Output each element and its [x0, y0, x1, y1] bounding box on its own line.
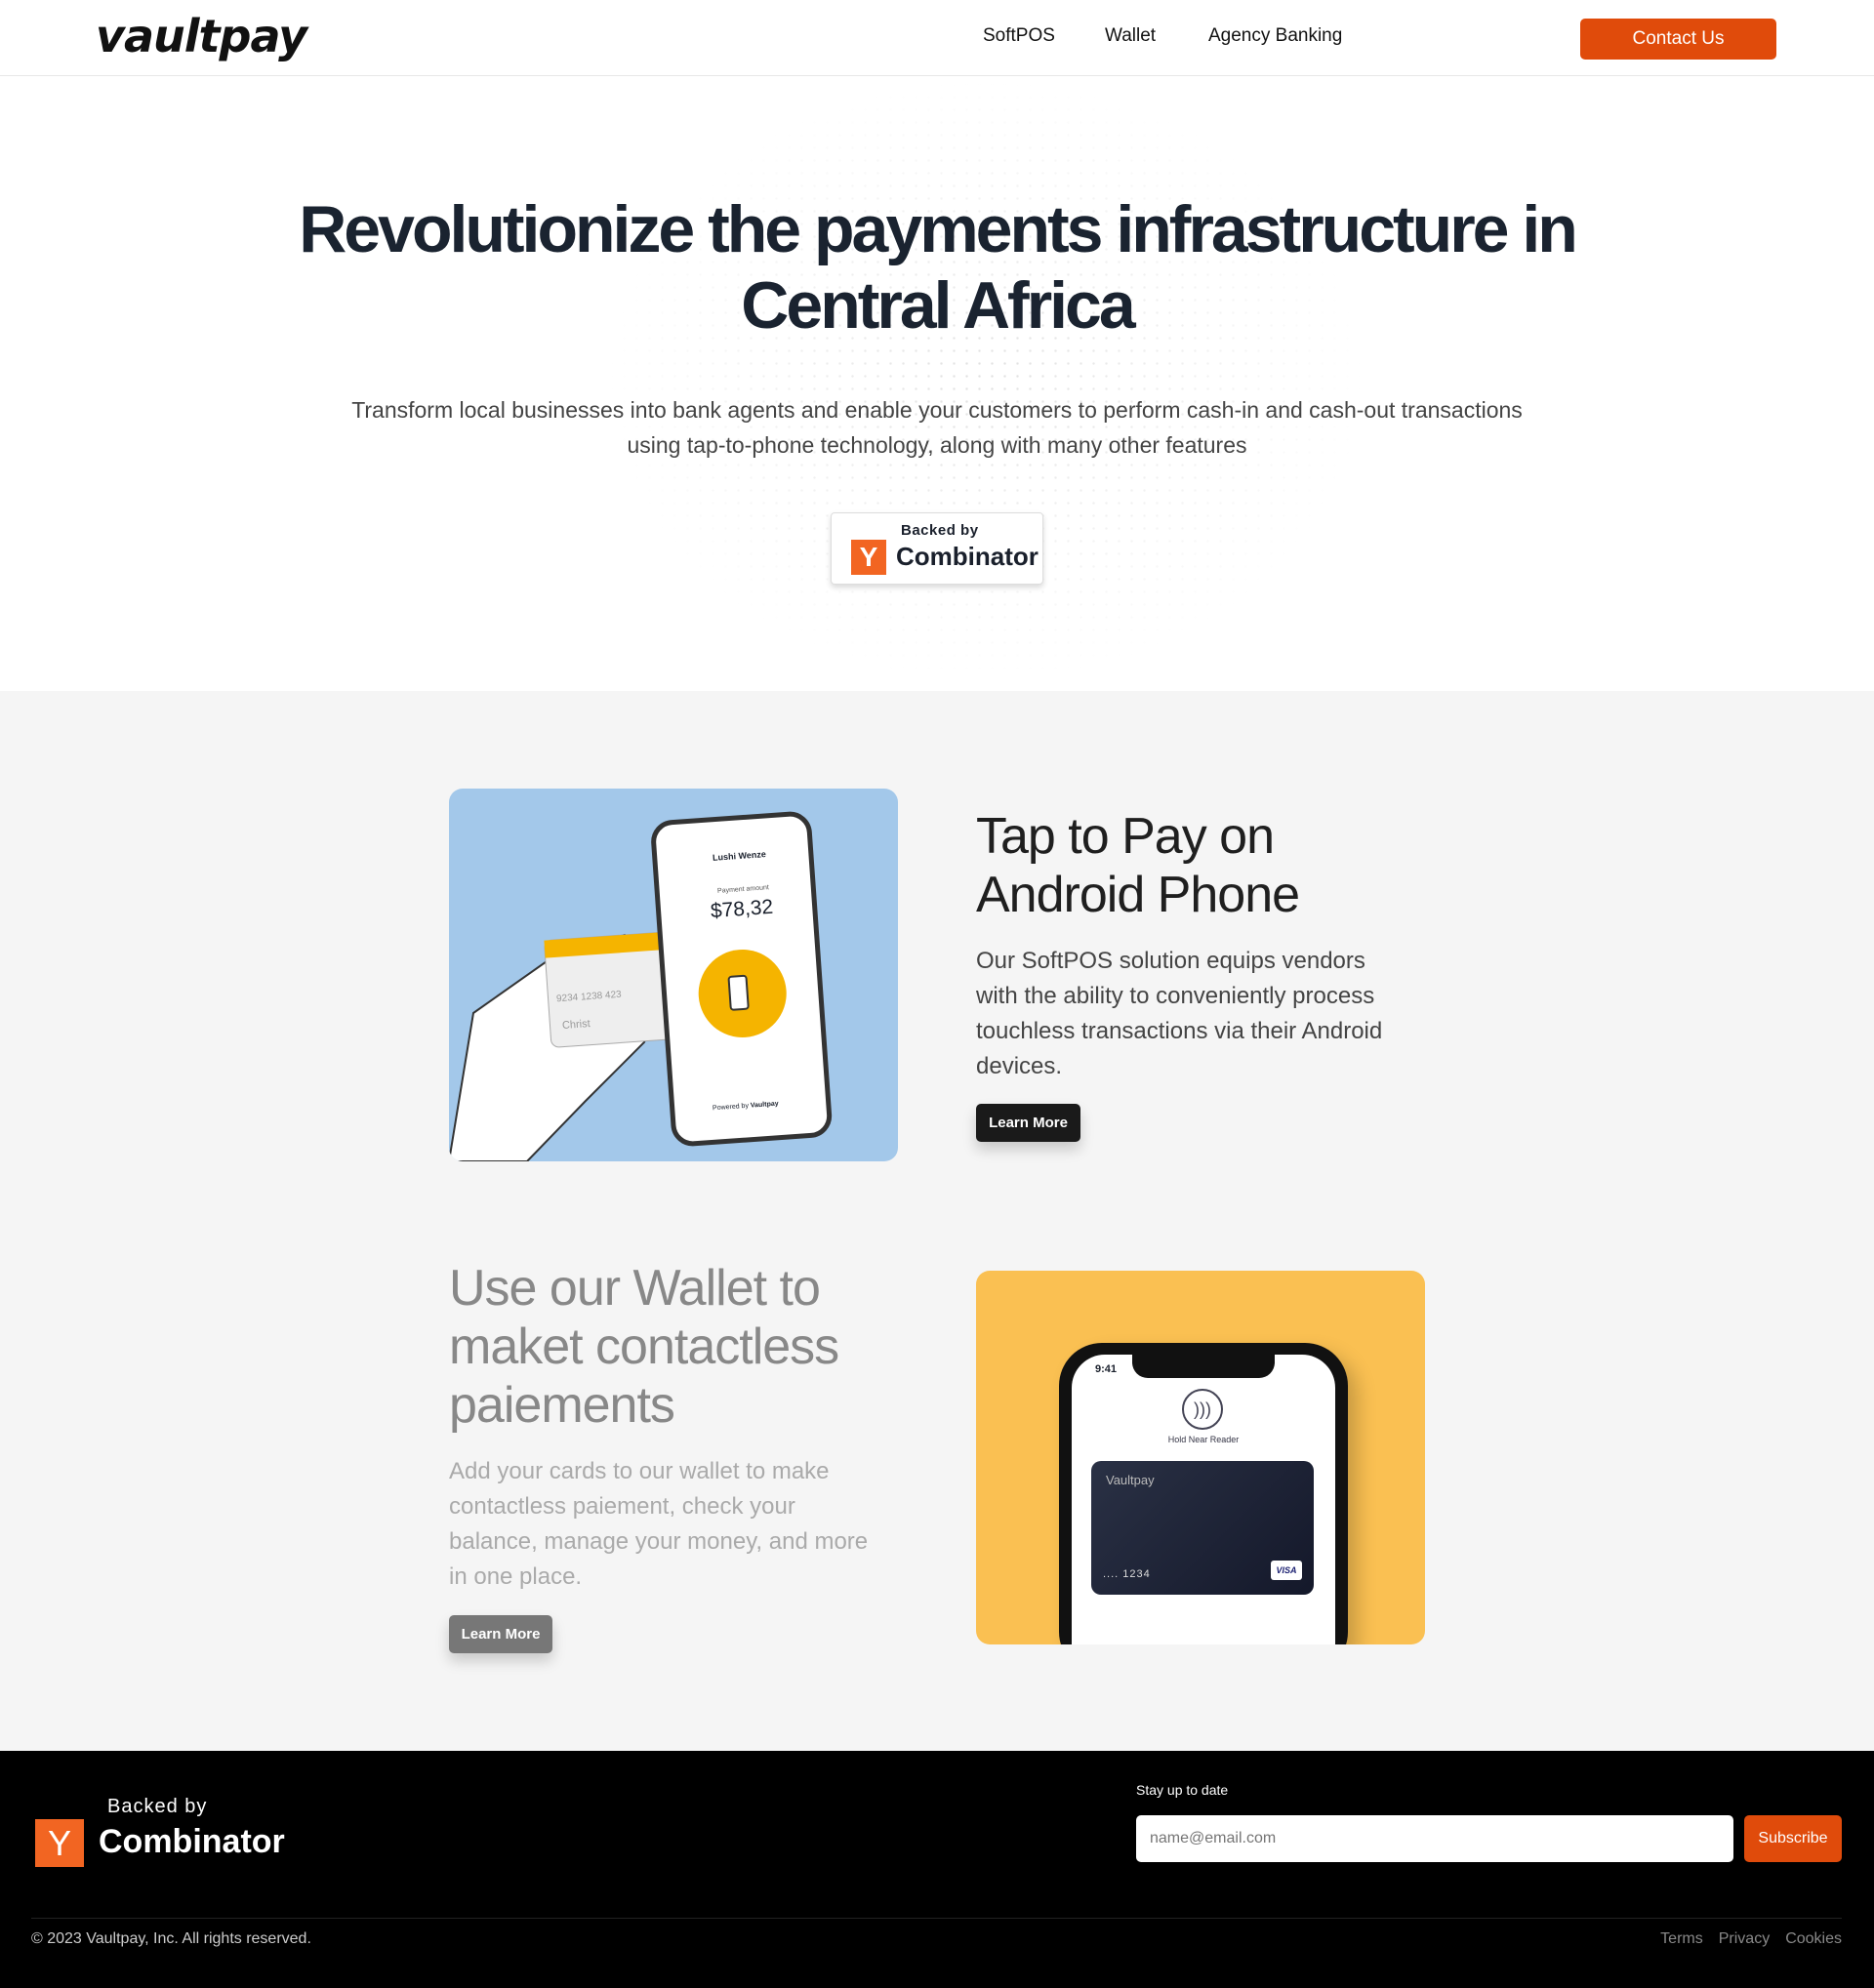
hero-title-line1: Revolutionize the payments infrastructur… [299, 192, 1578, 266]
amount-value: $78,32 [710, 895, 774, 923]
privacy-link[interactable]: Privacy [1719, 1930, 1770, 1948]
card-name: Christ [561, 1018, 591, 1032]
feature2-title: Use our Wallet to maket contactless paieme… [449, 1260, 839, 1434]
card-brand: Vaultpay [1106, 1473, 1155, 1487]
hold-near-reader: Hold Near Reader [1167, 1435, 1240, 1444]
badge-backed-by: Backed by [901, 522, 979, 539]
hero-title: Revolutionize the payments infrastructur… [0, 191, 1874, 344]
footer-divider [31, 1918, 1842, 1919]
softpos-illustration: Lushi Wenze Payment amount $78,32 9234 1… [449, 789, 898, 1161]
feature1-learn-more-button[interactable]: Learn More [976, 1104, 1080, 1142]
phone-time: 9:41 [1095, 1363, 1118, 1375]
email-input[interactable] [1136, 1815, 1733, 1862]
badge-combinator: Combinator [896, 542, 1039, 571]
feature1-title: Tap to Pay on Android Phone [976, 808, 1300, 923]
footer: Backed by Y Combinator Stay up to date S… [0, 1751, 1874, 1988]
dot-pattern [605, 78, 1366, 683]
contact-us-button[interactable]: Contact Us [1580, 19, 1776, 60]
yc-badge[interactable]: Backed by Y Combinator [831, 512, 1043, 585]
hero-subtitle: Transform local businesses into bank age… [293, 392, 1581, 463]
yc-logo-icon: Y [35, 1819, 84, 1867]
nav-wallet[interactable]: Wallet [1105, 25, 1156, 47]
footer-links: Terms Privacy Cookies [1660, 1930, 1842, 1948]
feature2-body: Add your cards to our wallet to make con… [449, 1458, 869, 1590]
wallet-illustration: 9:41 ))) Hold Near Reader Vaultpay .... … [976, 1271, 1425, 1644]
hero-title-line2: Central Africa [741, 268, 1135, 343]
terms-link[interactable]: Terms [1660, 1930, 1703, 1948]
footer-backed-by: Backed by [107, 1796, 208, 1817]
features-section [0, 691, 1874, 1751]
nav-softpos[interactable]: SoftPOS [983, 25, 1055, 47]
subscribe-button[interactable]: Subscribe [1744, 1815, 1842, 1862]
footer-combinator: Combinator [99, 1823, 285, 1860]
contactless-icon: ))) [1182, 1389, 1223, 1430]
copyright: © 2023 Vaultpay, Inc. All rights reserve… [31, 1930, 311, 1947]
hero-subtitle-line1: Transform local businesses into bank age… [351, 397, 1523, 423]
top-nav: vaultpay SoftPOS Wallet Agency Banking C… [0, 0, 1874, 76]
wallet-card-number: .... 1234 [1103, 1568, 1151, 1580]
hero-subtitle-line2: using tap-to-phone technology, along wit… [627, 432, 1247, 458]
logo[interactable]: vaultpay [96, 10, 307, 62]
nav-agency-banking[interactable]: Agency Banking [1208, 25, 1342, 47]
wallet-card: Vaultpay .... 1234 VISA [1091, 1461, 1314, 1595]
feature1-body: Our SoftPOS solution equips vendors with… [976, 948, 1383, 1079]
phone-notch [1132, 1355, 1275, 1378]
yc-logo-icon: Y [851, 540, 886, 575]
cookies-link[interactable]: Cookies [1785, 1930, 1842, 1948]
feature2-learn-more-button[interactable]: Learn More [449, 1615, 552, 1653]
visa-logo: VISA [1271, 1561, 1302, 1580]
newsletter-label: Stay up to date [1136, 1782, 1229, 1798]
